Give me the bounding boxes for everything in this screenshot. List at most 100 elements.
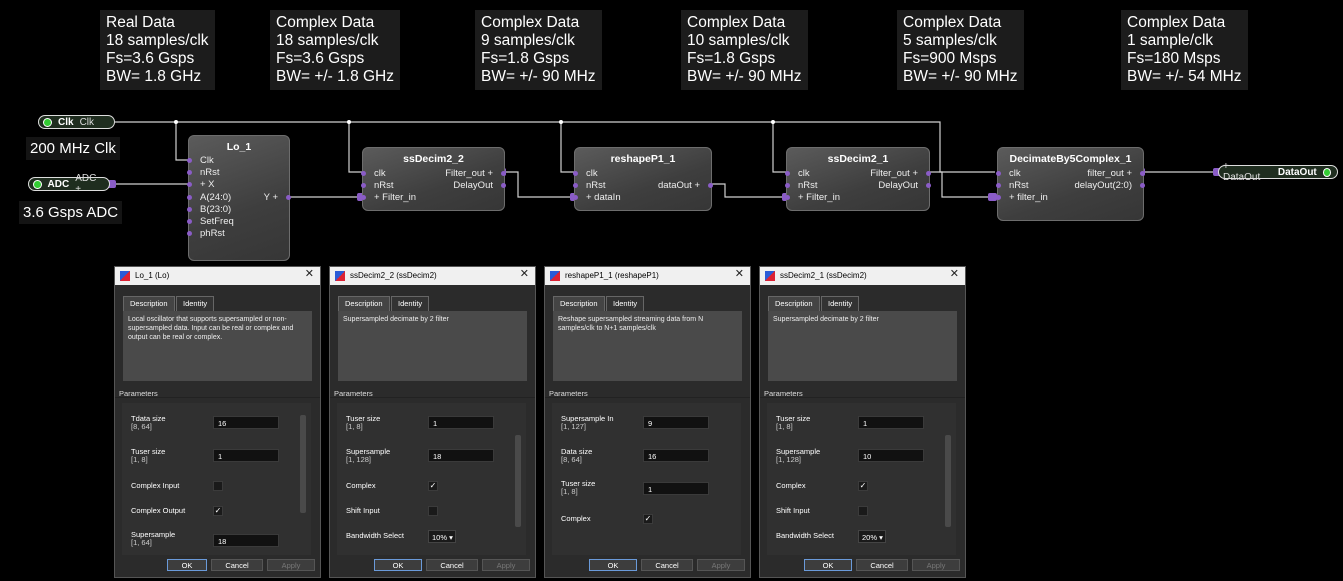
cancel-button[interactable]: Cancel — [426, 559, 478, 571]
adc-input-port[interactable]: ADC ADC + — [28, 173, 110, 195]
tuser-size-input[interactable]: 1 — [858, 416, 924, 429]
port-nrst[interactable]: nRst — [573, 180, 606, 191]
port-setfreq[interactable]: SetFreq — [187, 216, 234, 227]
scrollbar[interactable] — [515, 407, 521, 551]
apply-button[interactable]: Apply — [482, 559, 530, 571]
port-connector-icon — [43, 117, 52, 127]
ok-button[interactable]: OK — [589, 559, 637, 571]
complex-checkbox[interactable]: ✓ — [428, 481, 438, 491]
divider — [115, 397, 320, 398]
close-icon[interactable]: ✕ — [735, 267, 744, 280]
tab-description[interactable]: Description — [768, 296, 820, 311]
clk-input-port[interactable]: Clk Clk — [38, 115, 115, 129]
tab-identity[interactable]: Identity — [391, 296, 430, 311]
port-dataout[interactable]: dataOut + — [658, 180, 713, 191]
port-filter-in[interactable]: + Filter_in — [361, 192, 416, 203]
port-filter-in[interactable]: + Filter_in — [785, 192, 840, 203]
port-datain[interactable]: + dataIn — [573, 192, 621, 203]
ok-button[interactable]: OK — [374, 559, 422, 571]
port-nrst[interactable]: nRst — [361, 180, 394, 191]
port-nrst[interactable]: nRst — [187, 167, 220, 178]
param-label: Bandwidth Select — [776, 531, 834, 540]
port-nrst[interactable]: nRst — [785, 180, 818, 191]
bandwidth-select-dropdown[interactable]: 10% ▾ — [428, 530, 456, 543]
apply-button[interactable]: Apply — [267, 559, 315, 571]
tab-description[interactable]: Description — [338, 296, 390, 311]
tab-identity[interactable]: Identity — [606, 296, 645, 311]
supersample-input[interactable]: 10 — [858, 449, 924, 462]
close-icon[interactable]: ✕ — [520, 267, 529, 280]
tab-description[interactable]: Description — [123, 296, 175, 311]
port-clk[interactable]: clk — [573, 168, 598, 179]
block-ssdecim2-1[interactable]: ssDecim2_1 clk nRst + Filter_in Filter_o… — [785, 147, 931, 211]
complex-input-checkbox[interactable] — [213, 481, 223, 491]
app-icon — [120, 271, 130, 281]
port-filter-in[interactable]: + filter_in — [996, 192, 1048, 203]
parameter-list[interactable]: Tdata size [8, 64] 16 Tuser size [1, 8] 1 … — [122, 403, 311, 555]
cancel-button[interactable]: Cancel — [856, 559, 908, 571]
dataout-output-port[interactable]: + DataOut DataOut — [1218, 161, 1338, 183]
bandwidth-select-dropdown[interactable]: 20% ▾ — [858, 530, 886, 543]
block-reshapep1-1[interactable]: reshapeP1_1 clk nRst + dataIn dataOut + — [573, 147, 713, 211]
tab-identity[interactable]: Identity — [176, 296, 215, 311]
decim2-to-reshape-wire — [503, 171, 577, 198]
block-decimateby5complex-1[interactable]: DecimateBy5Complex_1 clk nRst + filter_i… — [996, 147, 1145, 221]
tdata-size-input[interactable]: 16 — [213, 416, 279, 429]
port-nrst[interactable]: nRst — [996, 180, 1029, 191]
close-icon[interactable]: ✕ — [950, 267, 959, 280]
app-icon — [550, 271, 560, 281]
param-label: Supersample In [1, 127] — [561, 414, 614, 431]
port-y[interactable]: Y + — [264, 192, 292, 203]
tab-identity[interactable]: Identity — [821, 296, 860, 311]
tuser-size-input[interactable]: 1 — [213, 449, 279, 462]
shift-input-checkbox[interactable] — [858, 506, 868, 516]
apply-button[interactable]: Apply — [912, 559, 960, 571]
apply-button[interactable]: Apply — [697, 559, 745, 571]
port-b[interactable]: B(23:0) — [186, 204, 231, 215]
cancel-button[interactable]: Cancel — [211, 559, 263, 571]
supersample-input[interactable]: 18 — [213, 534, 279, 547]
tab-description[interactable]: Description — [553, 296, 605, 311]
complex-checkbox[interactable]: ✓ — [643, 514, 653, 524]
adc-note: 3.6 Gsps ADC — [19, 201, 123, 224]
port-filter-out[interactable]: Filter_out + — [870, 168, 931, 179]
scrollbar[interactable] — [300, 407, 306, 551]
port-phrst[interactable]: phRst — [187, 228, 225, 239]
port-clk[interactable]: clk — [785, 168, 810, 179]
port-delayout[interactable]: DelayOut — [453, 180, 506, 191]
port-a[interactable]: A(24:0) — [186, 192, 231, 203]
data-size-input[interactable]: 16 — [643, 449, 709, 462]
port-x[interactable]: + X — [187, 179, 215, 190]
port-filter-out[interactable]: Filter_out + — [445, 168, 506, 179]
complex-output-checkbox[interactable]: ✓ — [213, 506, 223, 516]
block-title: Lo_1 — [226, 141, 252, 153]
tuser-size-input[interactable]: 1 — [643, 482, 709, 495]
shift-input-checkbox[interactable] — [428, 506, 438, 516]
complex-checkbox[interactable]: ✓ — [858, 481, 868, 491]
cancel-button[interactable]: Cancel — [641, 559, 693, 571]
port-delayout[interactable]: DelayOut — [878, 180, 931, 191]
port-clk[interactable]: clk — [996, 168, 1021, 179]
param-label: Tuser size [1, 8] — [776, 414, 811, 431]
divider — [545, 397, 750, 398]
app-icon — [765, 271, 775, 281]
scrollbar[interactable] — [945, 407, 951, 551]
port-delayout[interactable]: delayOut(2:0) — [1074, 180, 1145, 191]
port-filter-out[interactable]: filter_out + — [1087, 168, 1145, 179]
block-lo-1[interactable]: Lo_1 Clk nRst + X A(24:0) B(23:0) SetFre… — [186, 135, 292, 261]
parameter-list[interactable]: Tuser size [1, 8] 1 Supersample [1, 128] 1… — [767, 403, 956, 555]
ok-button[interactable]: OK — [804, 559, 852, 571]
port-clk[interactable]: clk — [361, 168, 386, 179]
dialog-ssdecim2-1: ssDecim2_1 (ssDecim2) ✕ Description Iden… — [759, 266, 966, 578]
description-text: Supersampled decimate by 2 filter — [338, 311, 527, 381]
supersample-input[interactable]: 18 — [428, 449, 494, 462]
port-connector-icon — [33, 179, 42, 189]
ok-button[interactable]: OK — [167, 559, 207, 571]
port-clk[interactable]: Clk — [187, 155, 214, 166]
close-icon[interactable]: ✕ — [305, 267, 314, 280]
parameter-list[interactable]: Supersample In [1, 127] 9 Data size [8, 64… — [552, 403, 741, 555]
supersample-in-input[interactable]: 9 — [643, 416, 709, 429]
tuser-size-input[interactable]: 1 — [428, 416, 494, 429]
parameter-list[interactable]: Tuser size [1, 8] 1 Supersample [1, 128] 1… — [337, 403, 526, 555]
block-ssdecim2-2[interactable]: ssDecim2_2 clk nRst + Filter_in Filter_o… — [361, 147, 506, 211]
